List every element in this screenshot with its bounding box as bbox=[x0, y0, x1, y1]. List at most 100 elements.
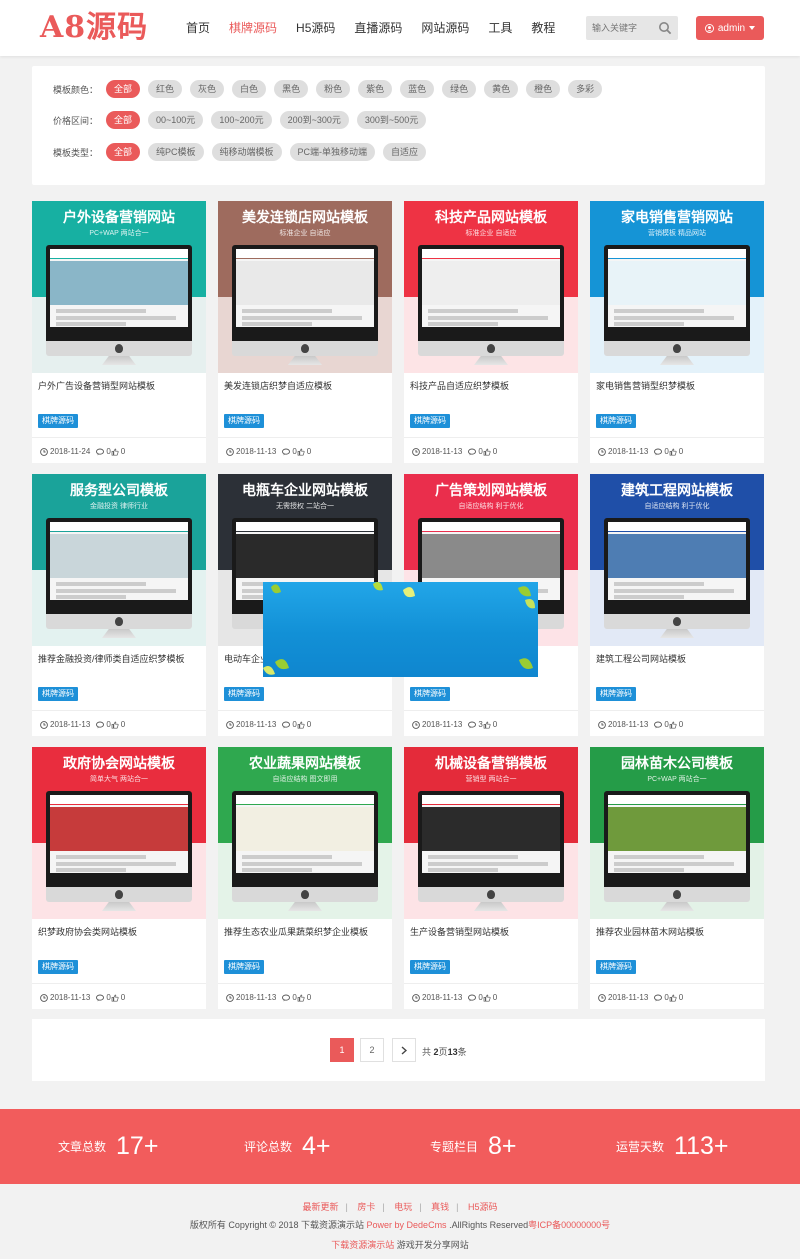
nav-item-h5[interactable]: H5源码 bbox=[296, 19, 335, 37]
admin-button[interactable]: admin bbox=[696, 16, 764, 40]
card-thumbnail[interactable]: 服务型公司模板 金融投资 律师行业 bbox=[32, 474, 206, 646]
thumb-up-icon[interactable] bbox=[111, 721, 119, 729]
template-card[interactable]: 建筑工程网站模板 自适应结构 利于优化 建筑工程公司网站模板 棋牌源码 2018… bbox=[590, 474, 764, 736]
card-title[interactable]: 建筑工程公司网站模板 bbox=[596, 653, 758, 666]
category-tag[interactable]: 棋牌源码 bbox=[38, 687, 78, 701]
footer-link[interactable]: H5源码 bbox=[468, 1202, 498, 1212]
template-card[interactable]: 户外设备营销网站 PC+WAP 两站合一 户外广告设备营销型网站模板 棋牌源码 … bbox=[32, 201, 206, 463]
card-title[interactable]: 家电销售营销型织梦模板 bbox=[596, 380, 758, 393]
powered-by-link[interactable]: Power by DedeCms bbox=[367, 1220, 447, 1230]
page-button-2[interactable]: 2 bbox=[360, 1038, 384, 1062]
filter-chip[interactable]: 白色 bbox=[232, 80, 267, 98]
card-title[interactable]: 推荐金融投资/律师类自适应织梦模板 bbox=[38, 653, 200, 666]
filter-chip[interactable]: 300到~500元 bbox=[356, 111, 427, 129]
category-tag[interactable]: 棋牌源码 bbox=[596, 960, 636, 974]
thumb-up-icon[interactable] bbox=[111, 448, 119, 456]
template-card[interactable]: 农业蔬果网站模板 自适应结构 图文即用 推荐生态农业瓜果蔬菜织梦企业模板 棋牌源… bbox=[218, 747, 392, 1009]
card-title[interactable]: 科技产品自适应织梦模板 bbox=[410, 380, 572, 393]
filter-chip[interactable]: 全部 bbox=[106, 143, 141, 161]
card-title[interactable]: 生产设备营销型网站模板 bbox=[410, 926, 572, 939]
category-tag[interactable]: 棋牌源码 bbox=[410, 960, 450, 974]
filter-chip[interactable]: 自适应 bbox=[383, 143, 427, 161]
footer-link[interactable]: 电玩 bbox=[394, 1202, 412, 1212]
card-title[interactable]: 美发连锁店织梦自适应模板 bbox=[224, 380, 386, 393]
thumb-up-icon[interactable] bbox=[483, 721, 491, 729]
footer-link[interactable]: 最新更新 bbox=[302, 1202, 338, 1212]
card-thumbnail[interactable]: 政府协会网站模板 简单大气 两站合一 bbox=[32, 747, 206, 919]
card-thumbnail[interactable]: 机械设备营销模板 营销型 两站合一 bbox=[404, 747, 578, 919]
filter-chip[interactable]: 绿色 bbox=[442, 80, 477, 98]
thumb-up-icon[interactable] bbox=[483, 448, 491, 456]
card-thumbnail[interactable]: 科技产品网站模板 标准企业 自适应 bbox=[404, 201, 578, 373]
category-tag[interactable]: 棋牌源码 bbox=[224, 960, 264, 974]
card-thumbnail[interactable]: 建筑工程网站模板 自适应结构 利于优化 bbox=[590, 474, 764, 646]
template-card[interactable]: 机械设备营销模板 营销型 两站合一 生产设备营销型网站模板 棋牌源码 2018-… bbox=[404, 747, 578, 1009]
footer-link[interactable]: 房卡 bbox=[357, 1202, 375, 1212]
page-button-1[interactable]: 1 bbox=[330, 1038, 354, 1062]
nav-item-home[interactable]: 首页 bbox=[186, 19, 210, 37]
category-tag[interactable]: 棋牌源码 bbox=[410, 414, 450, 428]
filter-chip[interactable]: 黑色 bbox=[274, 80, 309, 98]
category-tag[interactable]: 棋牌源码 bbox=[224, 414, 264, 428]
category-tag[interactable]: 棋牌源码 bbox=[224, 687, 264, 701]
card-title[interactable]: 推荐农业园林苗木网站模板 bbox=[596, 926, 758, 939]
template-card[interactable]: 科技产品网站模板 标准企业 自适应 科技产品自适应织梦模板 棋牌源码 2018-… bbox=[404, 201, 578, 463]
thumb-up-icon[interactable] bbox=[297, 994, 305, 1002]
category-tag[interactable]: 棋牌源码 bbox=[596, 687, 636, 701]
category-tag[interactable]: 棋牌源码 bbox=[38, 960, 78, 974]
search-input[interactable] bbox=[586, 16, 654, 40]
card-meta: 2018-11-13 0 0 bbox=[40, 993, 131, 1003]
filter-chip[interactable]: 红色 bbox=[148, 80, 183, 98]
card-thumbnail[interactable]: 户外设备营销网站 PC+WAP 两站合一 bbox=[32, 201, 206, 373]
filter-chip[interactable]: PC端-单独移动端 bbox=[289, 143, 376, 161]
nav-item-chess[interactable]: 棋牌源码 bbox=[229, 19, 277, 37]
filter-chip[interactable]: 灰色 bbox=[190, 80, 225, 98]
footer-link[interactable]: 真钱 bbox=[431, 1202, 449, 1212]
filter-chip[interactable]: 橙色 bbox=[526, 80, 561, 98]
search-icon[interactable] bbox=[658, 21, 672, 35]
nav-item-website[interactable]: 网站源码 bbox=[421, 19, 469, 37]
template-card[interactable]: 美发连锁店网站模板 标准企业 自适应 美发连锁店织梦自适应模板 棋牌源码 201… bbox=[218, 201, 392, 463]
advertisement-banner[interactable] bbox=[263, 582, 538, 677]
card-title[interactable]: 推荐生态农业瓜果蔬菜织梦企业模板 bbox=[224, 926, 386, 939]
card-title[interactable]: 织梦政府协会类网站模板 bbox=[38, 926, 200, 939]
filter-chip[interactable]: 纯PC模板 bbox=[148, 143, 204, 161]
filter-chip[interactable]: 00~100元 bbox=[148, 111, 204, 129]
filter-chip[interactable]: 100~200元 bbox=[211, 111, 272, 129]
icp-link[interactable]: 粤ICP备00000000号 bbox=[528, 1220, 610, 1230]
card-title[interactable]: 户外广告设备营销型网站模板 bbox=[38, 380, 200, 393]
filter-chip[interactable]: 全部 bbox=[106, 111, 141, 129]
nav-item-tools[interactable]: 工具 bbox=[488, 19, 512, 37]
thumb-up-icon[interactable] bbox=[297, 448, 305, 456]
filter-chip[interactable]: 粉色 bbox=[316, 80, 351, 98]
filter-chip[interactable]: 全部 bbox=[106, 80, 141, 98]
nav-item-tutorial[interactable]: 教程 bbox=[531, 19, 555, 37]
card-thumbnail[interactable]: 农业蔬果网站模板 自适应结构 图文即用 bbox=[218, 747, 392, 919]
filter-chip[interactable]: 蓝色 bbox=[400, 80, 435, 98]
nav-item-live[interactable]: 直播源码 bbox=[354, 19, 402, 37]
template-card[interactable]: 园林苗木公司模板 PC+WAP 两站合一 推荐农业园林苗木网站模板 棋牌源码 2… bbox=[590, 747, 764, 1009]
site-name-link[interactable]: 下载资源演示站 bbox=[331, 1240, 394, 1250]
category-tag[interactable]: 棋牌源码 bbox=[410, 687, 450, 701]
filter-chip[interactable]: 多彩 bbox=[568, 80, 603, 98]
thumb-up-icon[interactable] bbox=[483, 994, 491, 1002]
thumb-up-icon[interactable] bbox=[669, 994, 677, 1002]
template-card[interactable]: 家电销售营销网站 营销模板 精品网站 家电销售营销型织梦模板 棋牌源码 2018… bbox=[590, 201, 764, 463]
card-thumbnail[interactable]: 美发连锁店网站模板 标准企业 自适应 bbox=[218, 201, 392, 373]
thumb-up-icon[interactable] bbox=[669, 721, 677, 729]
filter-chip[interactable]: 黄色 bbox=[484, 80, 519, 98]
card-thumbnail[interactable]: 家电销售营销网站 营销模板 精品网站 bbox=[590, 201, 764, 373]
next-page-button[interactable] bbox=[392, 1038, 416, 1062]
site-logo[interactable]: A8源码 bbox=[40, 10, 148, 46]
filter-chip[interactable]: 纯移动端模板 bbox=[211, 143, 282, 161]
category-tag[interactable]: 棋牌源码 bbox=[596, 414, 636, 428]
card-thumbnail[interactable]: 园林苗木公司模板 PC+WAP 两站合一 bbox=[590, 747, 764, 919]
template-card[interactable]: 服务型公司模板 金融投资 律师行业 推荐金融投资/律师类自适应织梦模板 棋牌源码… bbox=[32, 474, 206, 736]
thumb-up-icon[interactable] bbox=[297, 721, 305, 729]
category-tag[interactable]: 棋牌源码 bbox=[38, 414, 78, 428]
filter-chip[interactable]: 200到~300元 bbox=[279, 111, 349, 129]
thumb-up-icon[interactable] bbox=[111, 994, 119, 1002]
filter-chip[interactable]: 紫色 bbox=[358, 80, 393, 98]
template-card[interactable]: 政府协会网站模板 简单大气 两站合一 织梦政府协会类网站模板 棋牌源码 2018… bbox=[32, 747, 206, 1009]
thumb-up-icon[interactable] bbox=[669, 448, 677, 456]
